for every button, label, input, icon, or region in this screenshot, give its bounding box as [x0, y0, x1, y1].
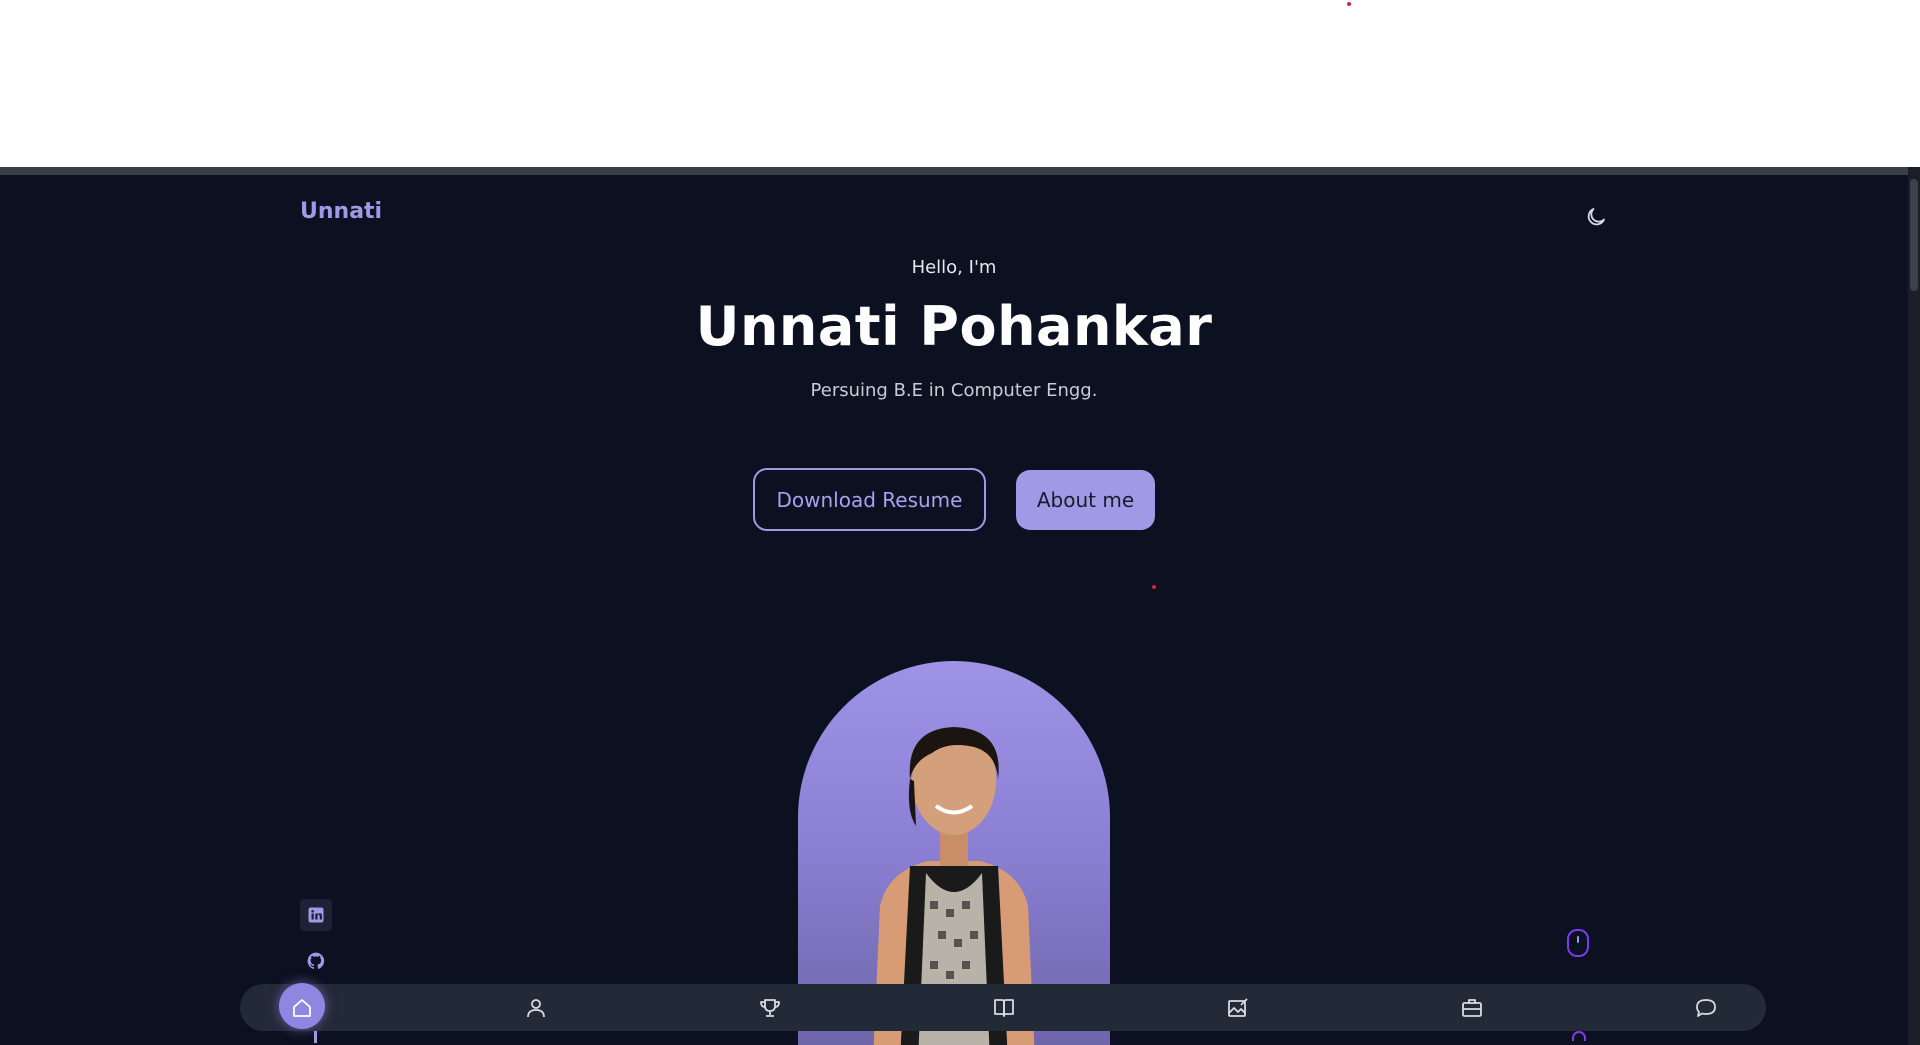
- github-icon: [307, 952, 325, 969]
- download-resume-button[interactable]: Download Resume: [753, 468, 986, 531]
- theme-toggle-button[interactable]: [1580, 201, 1612, 233]
- home-icon: [293, 998, 311, 1017]
- chat-icon: [1696, 998, 1716, 1017]
- social-line: [314, 1031, 317, 1043]
- scroll-down-indicator[interactable]: [1567, 929, 1589, 957]
- hero-name: Unnati Pohankar: [695, 295, 1213, 358]
- nav-item-about[interactable]: [512, 984, 560, 1031]
- decorative-dot: [1152, 585, 1156, 589]
- nav-item-experience[interactable]: [1448, 984, 1496, 1031]
- nav-item-achievements[interactable]: [746, 984, 794, 1031]
- portfolio-page: Unnati Hello, I'm Unnati Pohankar Persui…: [0, 167, 1908, 1045]
- scrollbar-thumb[interactable]: [1910, 179, 1918, 291]
- edit-image-icon: [1228, 997, 1248, 1017]
- book-icon: [994, 998, 1014, 1017]
- site-logo[interactable]: Unnati: [300, 199, 382, 224]
- linkedin-icon: [308, 907, 324, 923]
- bottom-navigation: [240, 983, 1766, 1031]
- browser-top-area: [0, 0, 1920, 167]
- linkedin-link[interactable]: [300, 899, 332, 931]
- page-scrollbar[interactable]: [1908, 167, 1920, 1045]
- about-me-button[interactable]: About me: [1016, 470, 1155, 530]
- user-icon: [527, 998, 545, 1017]
- nav-item-skills[interactable]: [1214, 984, 1262, 1031]
- cursor-dot: [1347, 2, 1351, 6]
- moon-icon: [1587, 208, 1605, 226]
- scroll-arrow-icon: [1572, 1031, 1586, 1041]
- trophy-icon: [760, 998, 780, 1017]
- nav-item-home[interactable]: [278, 983, 326, 1031]
- briefcase-icon: [1462, 998, 1482, 1017]
- nav-item-education[interactable]: [980, 984, 1028, 1031]
- hero-subtitle: Persuing B.E in Computer Engg.: [810, 380, 1098, 401]
- greeting-text: Hello, I'm: [911, 257, 997, 278]
- nav-item-contact[interactable]: [1682, 984, 1730, 1031]
- github-link[interactable]: [300, 945, 332, 977]
